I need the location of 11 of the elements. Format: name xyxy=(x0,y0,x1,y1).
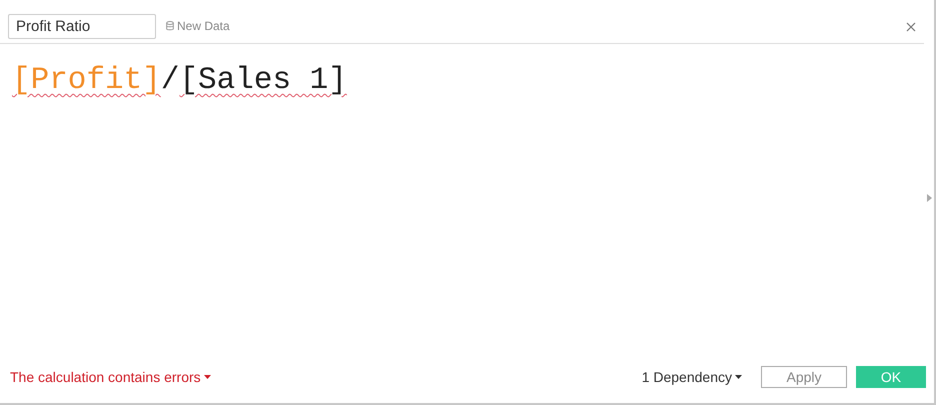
formula-operator: / xyxy=(160,63,180,98)
expand-arrow-icon[interactable] xyxy=(927,194,932,202)
caret-icon xyxy=(204,375,211,379)
dependency-dropdown[interactable]: 1 Dependency xyxy=(642,366,742,388)
data-source-label: New Data xyxy=(177,18,230,35)
formula-field: [Sales 1] xyxy=(179,63,347,98)
database-icon xyxy=(166,21,174,31)
error-status-dropdown[interactable]: The calculation contains errors xyxy=(10,366,211,388)
calculation-name-field[interactable]: Profit Ratio xyxy=(8,14,156,38)
caret-icon xyxy=(735,375,742,379)
formula-field: [Profit] xyxy=(12,63,161,98)
